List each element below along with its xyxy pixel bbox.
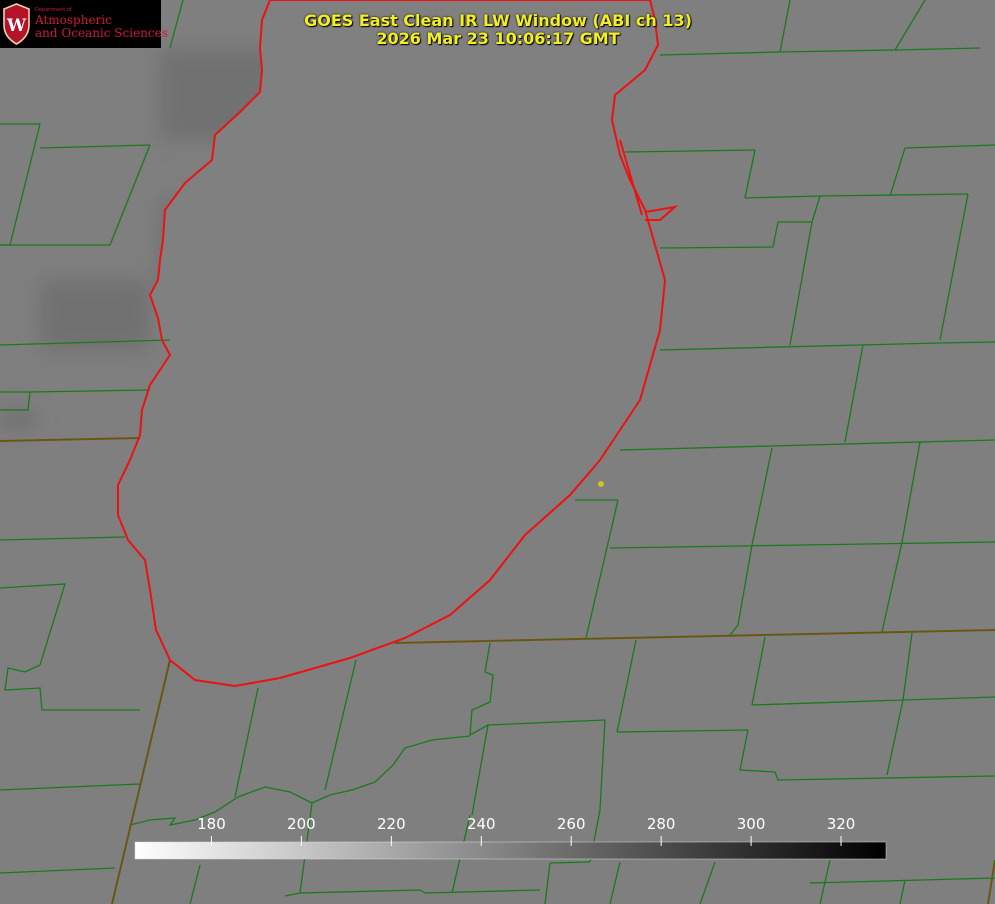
colorbar-tick-label: 220 [377, 815, 406, 833]
university-shield-icon: W [3, 3, 30, 45]
colorbar-tick-label: 300 [736, 815, 766, 833]
colorbar-tick-label: 260 [556, 815, 586, 833]
shield-letter: W [6, 16, 27, 36]
colorbar-tick-label: 320 [826, 815, 856, 833]
title-line-1: GOES East Clean IR LW Window (ABI ch 13) [304, 11, 692, 30]
image-title: GOES East Clean IR LW Window (ABI ch 13)… [300, 12, 696, 48]
colorbar-gradient [134, 841, 887, 860]
satellite-map [0, 0, 995, 904]
department-logo: W Department of Atmospheric and Oceanic … [0, 0, 168, 48]
title-line-2: 2026 Mar 23 10:06:17 GMT [376, 29, 620, 48]
cloud-patch [0, 410, 35, 430]
cloud-patch [40, 280, 150, 350]
location-marker [598, 481, 604, 487]
colorbar-tick-label: 240 [466, 815, 496, 833]
colorbar-tick-label: 280 [646, 815, 676, 833]
logo-name-line-2: and Oceanic Sciences [35, 26, 168, 40]
colorbar-tick-label: 180 [197, 815, 226, 833]
colorbar-tick-label: 200 [287, 815, 316, 833]
